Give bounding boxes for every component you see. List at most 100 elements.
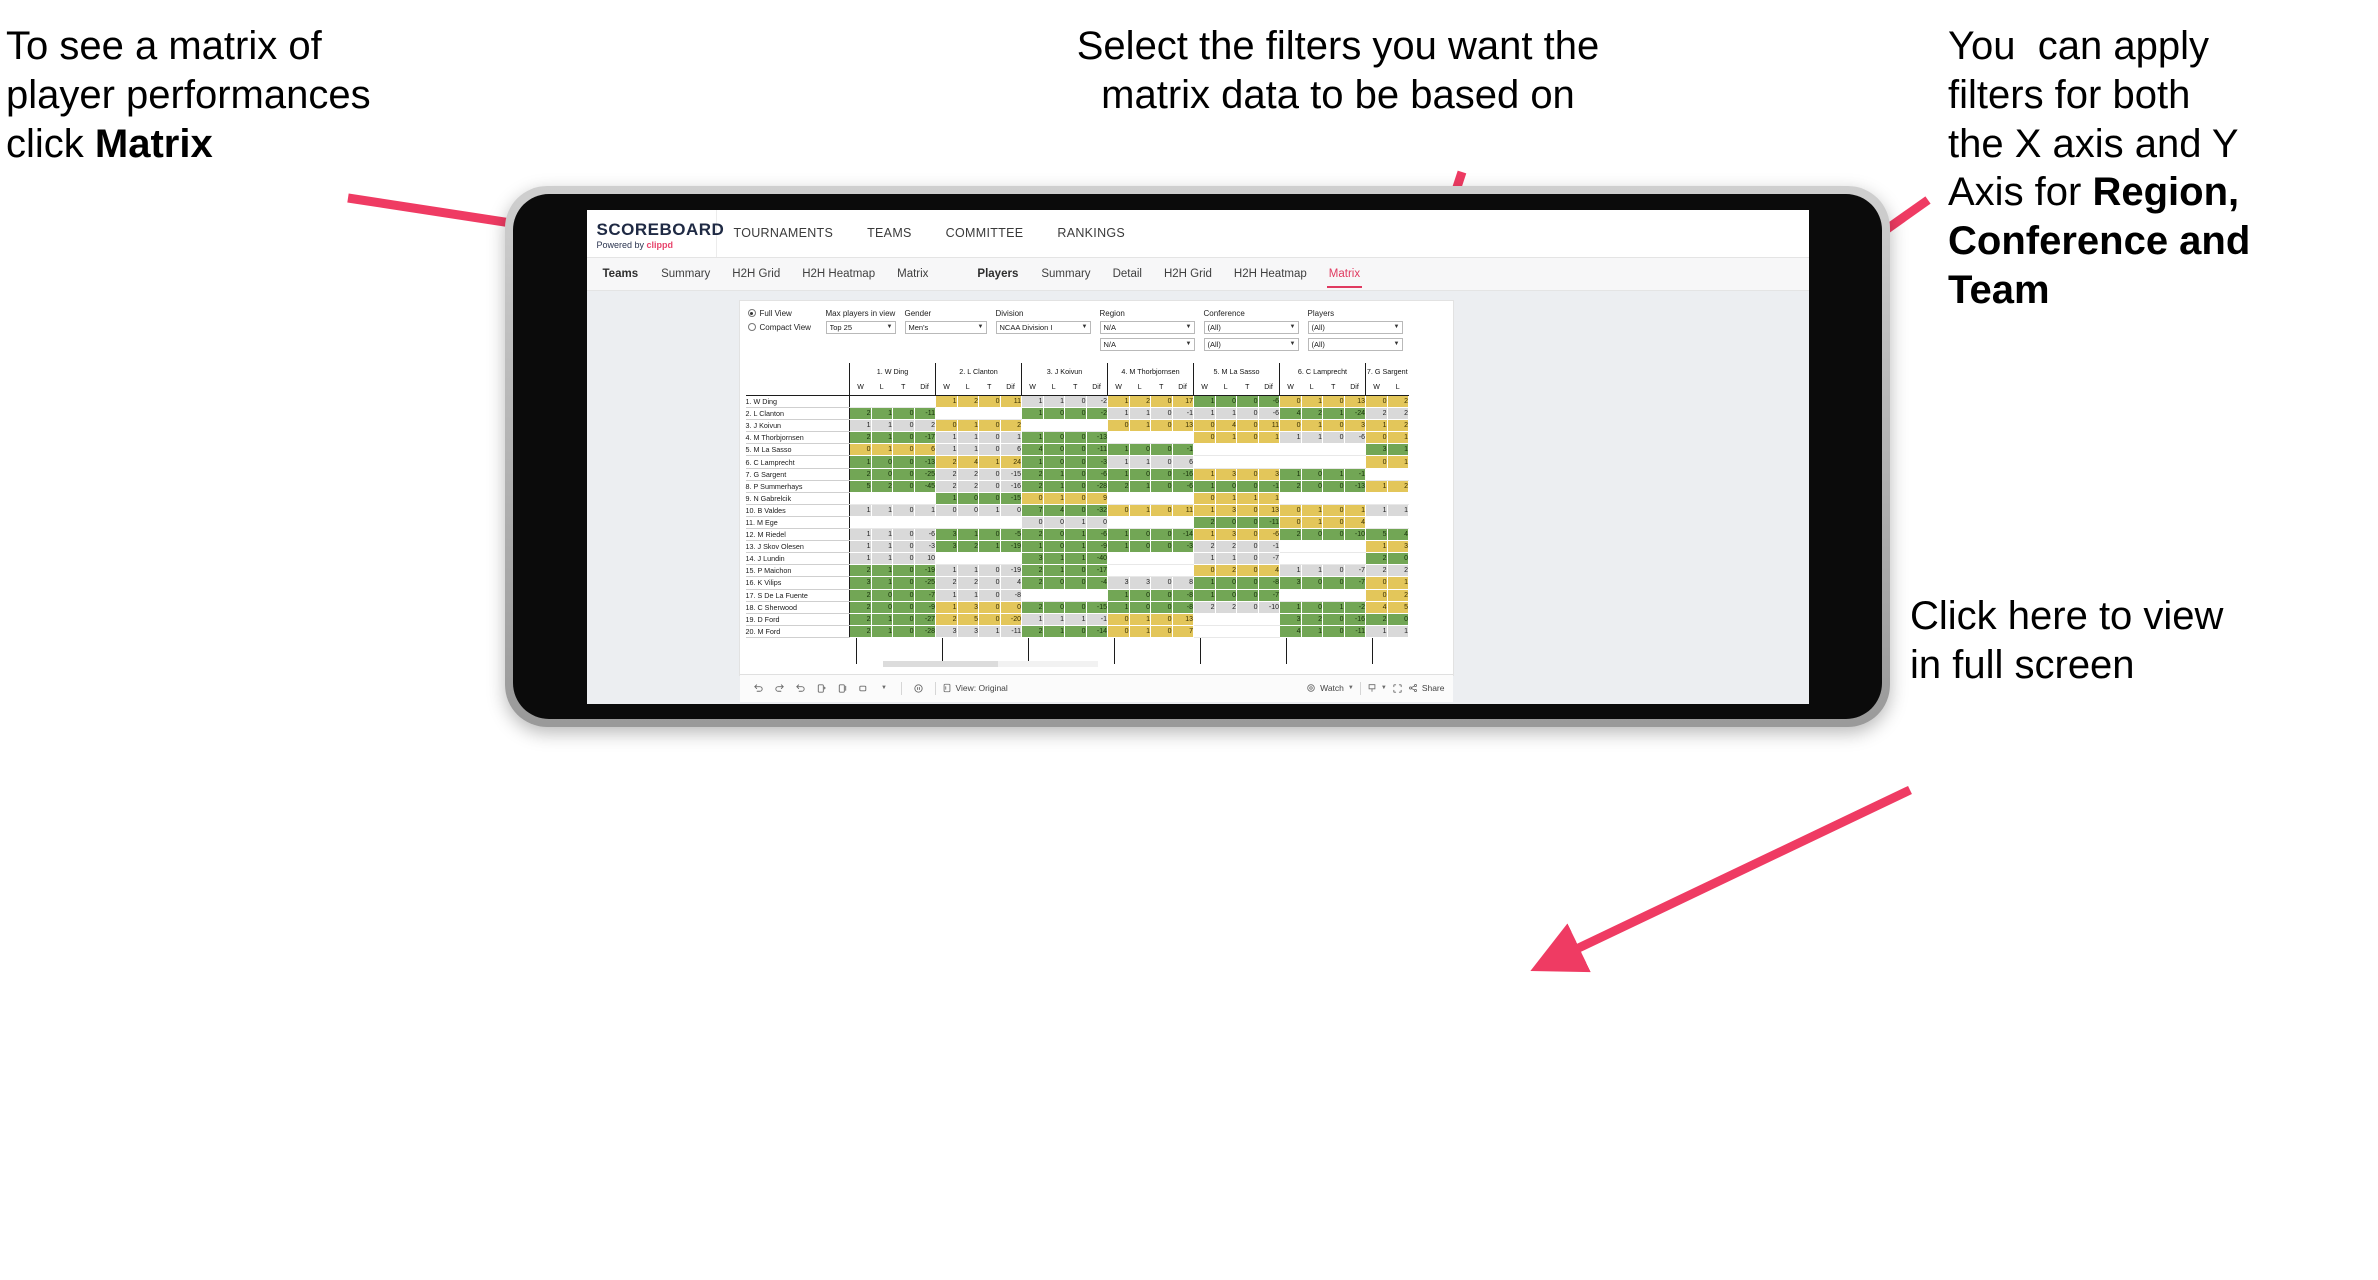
matrix-cell[interactable]: 2 (1000, 419, 1022, 433)
table-row[interactable]: 19. D Ford 2 1 0 -27 2 5 0 -20 1 1 1 -1 0 1 0 13 3 2 0 -16 2 0 (745, 613, 1409, 626)
matrix-cell[interactable]: 1 (1021, 540, 1044, 554)
matrix-cell[interactable]: 1 (1021, 431, 1044, 445)
matrix-cell[interactable]: 0 (1365, 455, 1388, 469)
matrix-cell[interactable] (1279, 443, 1302, 457)
matrix-cell[interactable]: 0 (1193, 419, 1216, 433)
matrix-cell[interactable]: 0 (1064, 468, 1087, 481)
matrix-cell[interactable]: 10 (914, 552, 936, 566)
table-row[interactable]: 15. P Maichon 2 1 0 -19 1 1 0 -19 2 1 0 -17 0 2 0 4 1 1 0 -7… (745, 564, 1409, 578)
matrix-cell[interactable]: 2 (1279, 480, 1302, 493)
matrix-cell[interactable] (978, 407, 1001, 421)
matrix-cell[interactable]: 0 (1279, 395, 1302, 409)
matrix-cell[interactable]: -3 (914, 540, 936, 554)
matrix-cell[interactable]: 3 (1387, 540, 1409, 554)
filter-region-x-select[interactable]: N/A ▼ (1099, 320, 1195, 334)
matrix-cell[interactable]: 1 (1129, 407, 1151, 421)
matrix-cell[interactable]: 13 (1344, 395, 1366, 409)
matrix-cell[interactable]: 0 (1279, 504, 1302, 517)
matrix-cell[interactable]: 0 (978, 613, 1001, 626)
matrix-cell[interactable]: 2 (1365, 407, 1388, 421)
matrix-cell[interactable]: -6 (1086, 528, 1108, 542)
matrix-cell[interactable]: 1 (1129, 419, 1151, 433)
matrix-cell[interactable]: -4 (1086, 576, 1108, 590)
matrix-cell[interactable]: 2 (935, 576, 958, 590)
matrix-cell[interactable] (849, 492, 872, 505)
matrix-cell[interactable]: 2 (1215, 564, 1237, 578)
tab-teams-matrix[interactable]: Matrix (886, 258, 939, 290)
matrix-cell[interactable]: 1 (871, 576, 893, 590)
matrix-cell[interactable]: 9 (1086, 492, 1108, 505)
matrix-cell[interactable]: 1 (1107, 601, 1130, 614)
matrix-cell[interactable]: 3 (957, 625, 979, 638)
matrix-cell[interactable]: -16 (1344, 613, 1366, 626)
matrix-cell[interactable] (935, 552, 958, 566)
matrix-cell[interactable] (871, 492, 893, 505)
matrix-cell[interactable] (892, 516, 915, 530)
matrix-cell[interactable]: -15 (1086, 601, 1108, 614)
matrix-cell[interactable]: 0 (1236, 552, 1259, 566)
matrix-cell[interactable] (892, 492, 915, 505)
matrix-cell[interactable]: -45 (914, 480, 936, 493)
filter-division-select[interactable]: NCAA Division I ▼ (995, 320, 1091, 334)
matrix-cell[interactable]: 0 (1365, 431, 1388, 445)
matrix-cell[interactable]: 0 (978, 395, 1001, 409)
matrix-cell[interactable] (957, 516, 979, 530)
matrix-cell[interactable]: 0 (892, 589, 915, 602)
matrix-cell[interactable]: -7 (1258, 589, 1280, 602)
matrix-cell[interactable]: 2 (1387, 419, 1409, 433)
matrix-cell[interactable]: -2 (1344, 601, 1366, 614)
matrix-cell[interactable]: 1 (1107, 407, 1130, 421)
matrix-cell[interactable]: 0 (1215, 576, 1237, 590)
matrix-cell[interactable]: 0 (1365, 576, 1388, 590)
matrix-cell[interactable]: 0 (1064, 625, 1087, 638)
matrix-cell[interactable]: 0 (978, 528, 1001, 542)
matrix-cell[interactable] (1236, 455, 1259, 469)
matrix-cell[interactable]: -8 (1000, 589, 1022, 602)
matrix-cell[interactable]: 2 (1301, 613, 1323, 626)
scrollbar-thumb[interactable] (882, 660, 998, 667)
table-row[interactable]: 4. M Thorbjornsen 2 1 0 -17 1 1 0 1 1 0 0 -13 0 1 0 1 1 1 0… (745, 431, 1409, 445)
matrix-cell[interactable]: 1 (1387, 455, 1409, 469)
matrix-cell[interactable]: 1 (1193, 480, 1216, 493)
matrix-cell[interactable]: 0 (1129, 540, 1151, 554)
table-row[interactable]: 6. C Lamprecht 1 0 0 -13 2 4 1 24 1 0 0 -3 1 1 0 6 0 1 (745, 455, 1409, 469)
matrix-cell[interactable]: 0 (1150, 589, 1173, 602)
matrix-cell[interactable]: 0 (1236, 576, 1259, 590)
matrix-cell[interactable]: 1 (957, 564, 979, 578)
matrix-cell[interactable]: 0 (1301, 528, 1323, 542)
matrix-cell[interactable]: 0 (978, 443, 1001, 457)
matrix-cell[interactable]: 0 (1236, 564, 1259, 578)
matrix-cell[interactable] (935, 407, 958, 421)
matrix-cell[interactable]: 2 (1387, 480, 1409, 493)
fullscreen-button[interactable] (1387, 679, 1408, 697)
matrix-cell[interactable]: 0 (892, 552, 915, 566)
matrix-cell[interactable]: 0 (1150, 613, 1173, 626)
matrix-cell[interactable] (1129, 564, 1151, 578)
matrix-cell[interactable]: 0 (1064, 576, 1087, 590)
matrix-cell[interactable] (1172, 552, 1194, 566)
matrix-cell[interactable]: 0 (1322, 480, 1345, 493)
matrix-cell[interactable]: 6 (1000, 443, 1022, 457)
matrix-cell[interactable]: 0 (978, 589, 1001, 602)
matrix-cell[interactable] (1193, 613, 1216, 626)
matrix-cell[interactable]: 0 (1000, 601, 1022, 614)
matrix-cell[interactable]: 1 (849, 504, 872, 517)
matrix-cell[interactable]: 0 (1322, 431, 1345, 445)
matrix-cell[interactable]: 0 (1322, 395, 1345, 409)
table-row[interactable]: 11. M Ege 0 0 1 0 2 0 0 -11 0 1 0 4 (745, 516, 1409, 530)
matrix-cell[interactable]: 7 (1172, 625, 1194, 638)
matrix-cell[interactable]: 0 (1150, 540, 1173, 554)
matrix-cell[interactable]: 1 (871, 419, 893, 433)
matrix-cell[interactable]: -15 (1000, 468, 1022, 481)
matrix-cell[interactable]: 1 (1301, 516, 1323, 530)
matrix-cell[interactable]: 2 (957, 468, 979, 481)
matrix-cell[interactable] (1150, 564, 1173, 578)
view-original-button[interactable]: View: Original (942, 683, 1008, 693)
matrix-cell[interactable]: -27 (914, 613, 936, 626)
matrix-cell[interactable]: 7 (1021, 504, 1044, 517)
matrix-cell[interactable]: 2 (1365, 613, 1388, 626)
matrix-cell[interactable]: 1 (871, 564, 893, 578)
matrix-cell[interactable]: 0 (1236, 480, 1259, 493)
matrix-cell[interactable]: 2 (1387, 564, 1409, 578)
matrix-cell[interactable] (1279, 552, 1302, 566)
